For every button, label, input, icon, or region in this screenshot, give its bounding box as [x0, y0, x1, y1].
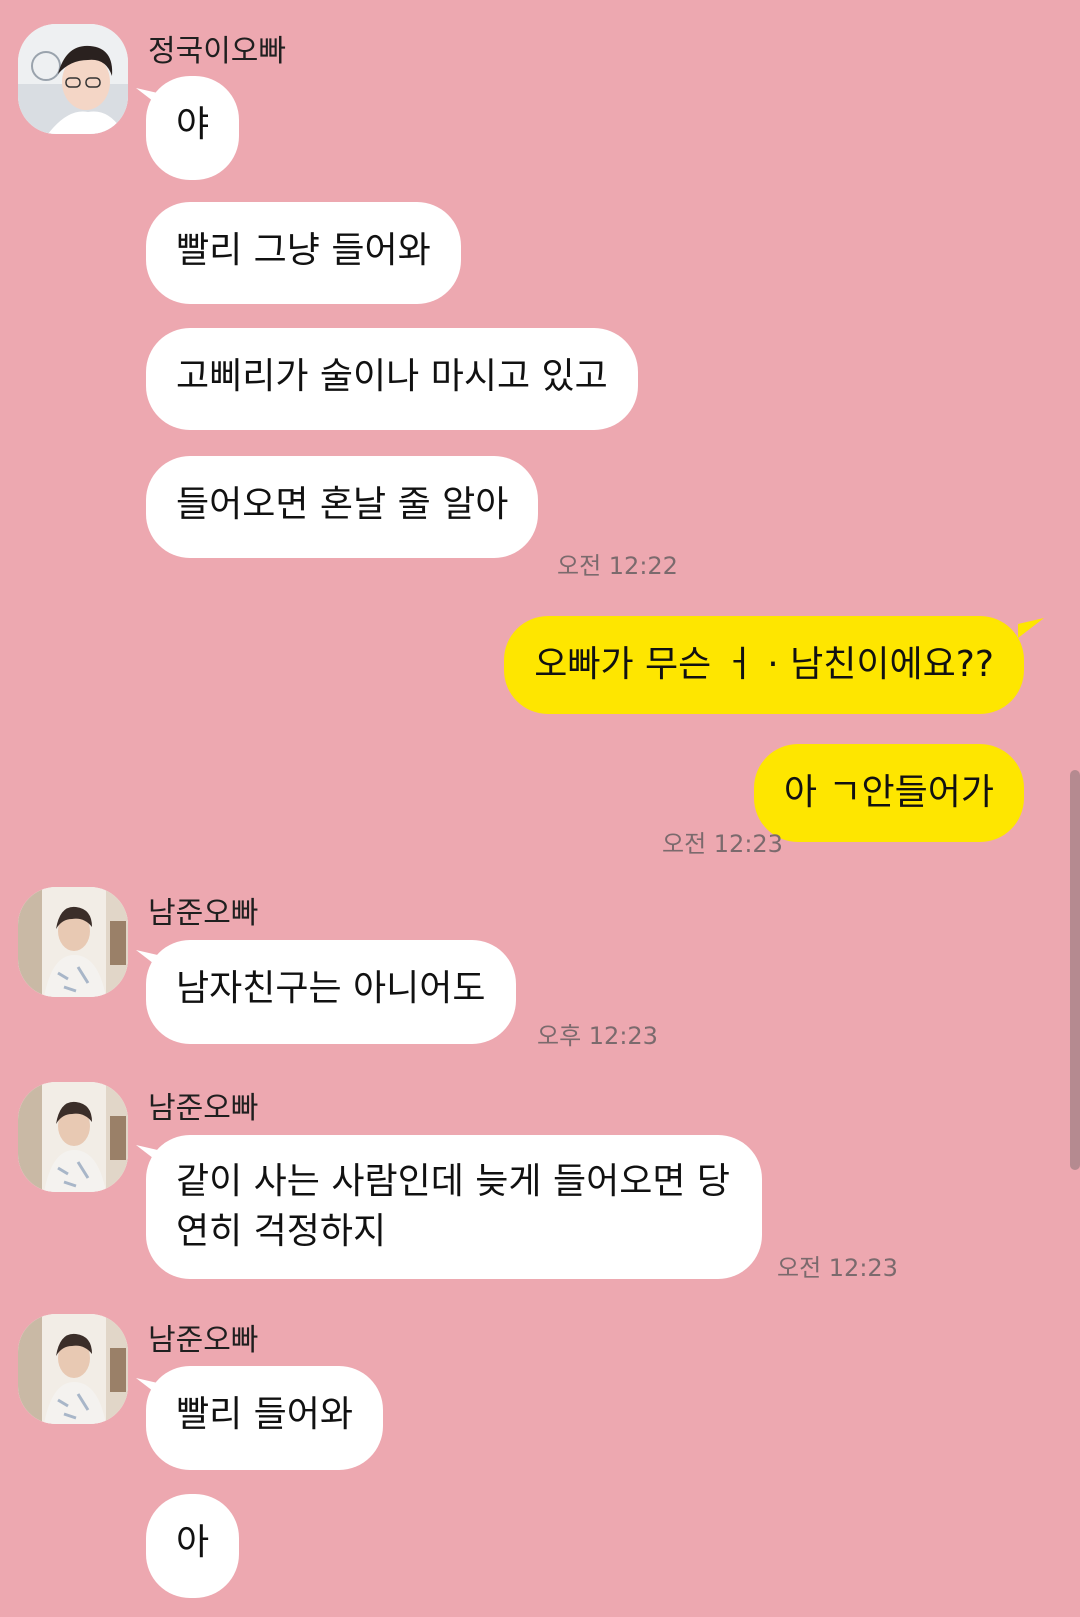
message-text: 아 [176, 1522, 210, 1563]
message-timestamp: 오전 12:23 [662, 830, 783, 858]
avatar-jungkook[interactable] [18, 24, 128, 134]
profile-photo-icon [18, 1314, 128, 1424]
message-text: 고삐리가 술이나 마시고 있고 [176, 356, 608, 397]
message-text: 빨리 그냥 들어와 [176, 230, 431, 271]
message-text: 아 ㄱ안들어가 [783, 772, 994, 813]
sender-name-namjoon: 남준오빠 [148, 1091, 259, 1126]
message-bubble-outgoing[interactable]: 오빠가 무슨 ㅓ · 남친이에요?? [504, 616, 1024, 714]
message-bubble[interactable]: 빨리 들어와 [146, 1366, 384, 1470]
message-timestamp: 오후 12:23 [537, 1022, 658, 1050]
message-text: 야 [176, 104, 210, 145]
message-text: 들어오면 혼날 줄 알아 [176, 484, 509, 525]
avatar-namjoon[interactable] [18, 887, 128, 997]
message-timestamp: 오전 12:22 [557, 552, 678, 580]
message-text: 같이 사는 사람인데 늦게 들어오면 당연히 걱정하지 [176, 1161, 731, 1252]
profile-photo-icon [18, 1082, 128, 1192]
message-bubble[interactable]: 아 [146, 1494, 240, 1598]
profile-photo-icon [18, 24, 128, 134]
message-text: 남자친구는 아니어도 [176, 968, 486, 1009]
message-bubble[interactable]: 남자친구는 아니어도 [146, 940, 516, 1044]
avatar-namjoon[interactable] [18, 1082, 128, 1192]
chat-area[interactable]: 정국이오빠 야 빨리 그냥 들어와 고삐리가 술이나 마시고 있고 들어오면 혼… [0, 0, 1080, 1617]
avatar-namjoon[interactable] [18, 1314, 128, 1424]
message-text: 오빠가 무슨 ㅓ · 남친이에요?? [534, 644, 994, 685]
profile-photo-icon [18, 887, 128, 997]
message-bubble[interactable]: 같이 사는 사람인데 늦게 들어오면 당연히 걱정하지 [146, 1135, 762, 1279]
bubble-tail [1018, 618, 1044, 638]
message-bubble[interactable]: 야 [146, 76, 240, 180]
message-bubble[interactable]: 빨리 그냥 들어와 [146, 202, 461, 304]
sender-name-namjoon: 남준오빠 [148, 1323, 259, 1358]
message-text: 빨리 들어와 [176, 1394, 354, 1435]
message-bubble[interactable]: 고삐리가 술이나 마시고 있고 [146, 328, 638, 430]
message-bubble[interactable]: 들어오면 혼날 줄 알아 [146, 456, 539, 558]
scrollbar-thumb[interactable] [1070, 770, 1080, 1170]
sender-name-namjoon: 남준오빠 [148, 896, 259, 931]
message-timestamp: 오전 12:23 [777, 1254, 898, 1282]
sender-name-jungkook: 정국이오빠 [148, 34, 286, 69]
message-bubble-outgoing[interactable]: 아 ㄱ안들어가 [753, 744, 1024, 842]
